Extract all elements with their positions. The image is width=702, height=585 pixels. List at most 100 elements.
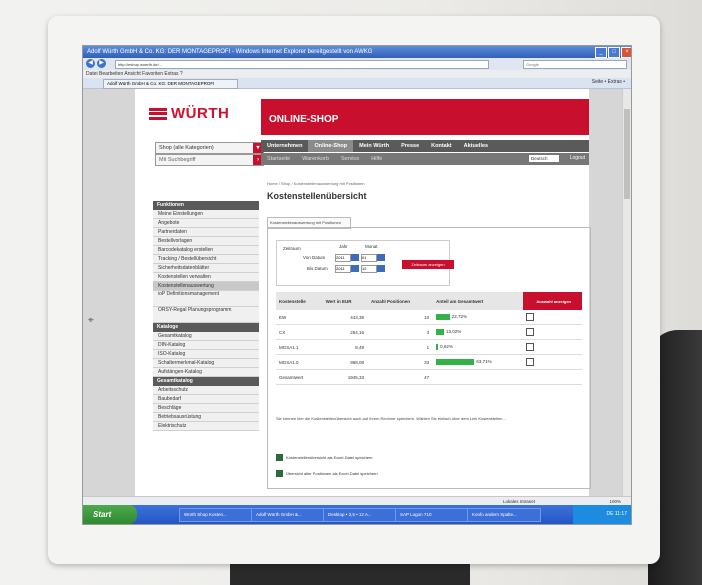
taskbar-item[interactable]: Desktop • 3,5 • 12 A... bbox=[323, 508, 397, 522]
col-anteil[interactable]: Anteil am Gesamtwert bbox=[433, 292, 524, 310]
sidebar-item[interactable]: Tracking / Bestellübersicht bbox=[153, 255, 259, 264]
wuerth-logo[interactable]: WÜRTH bbox=[149, 105, 229, 122]
nav-mein-wuerth[interactable]: Mein Würth bbox=[353, 143, 395, 149]
apply-period-button[interactable]: Zeitraum anzeigen bbox=[402, 260, 454, 269]
sidebar-item[interactable]: Meine Einstellungen bbox=[153, 210, 259, 219]
nav-unternehmen[interactable]: Unternehmen bbox=[261, 143, 308, 149]
sidebar-item[interactable]: ISO-Katalog bbox=[153, 350, 259, 359]
nav-kontakt[interactable]: Kontakt bbox=[425, 143, 457, 149]
cell-anteil: 22,72% bbox=[433, 310, 524, 325]
taskbar-item[interactable]: Konfo andern Spalte... bbox=[467, 508, 541, 522]
taskbar-item[interactable]: SAP Logon 710 bbox=[395, 508, 469, 522]
sidebar-item[interactable]: DIN-Katalog bbox=[153, 341, 259, 350]
sidebar-item[interactable]: Beschläge bbox=[153, 404, 259, 413]
table-row: EW 443,38 10 22,72% bbox=[276, 310, 582, 325]
wuerth-logo-icon bbox=[149, 107, 167, 120]
start-button[interactable]: Start bbox=[83, 505, 137, 524]
sidebar-item[interactable]: ioP Definitionsmanagement bbox=[153, 291, 259, 307]
sidebar-item[interactable]: Gesamtkatalog bbox=[153, 332, 259, 341]
sidebar-item[interactable]: Arbeitsschutz bbox=[153, 386, 259, 395]
col-auswahl[interactable]: Auswahl anzeigen bbox=[523, 292, 582, 310]
close-button[interactable]: × bbox=[621, 47, 631, 58]
web-page: WÜRTH ONLINE-SHOP Shop (alle Kategorien)… bbox=[83, 89, 631, 506]
nav-online-shop[interactable]: Online-Shop bbox=[308, 140, 354, 152]
sidebar-item[interactable]: Partnerdaten bbox=[153, 228, 259, 237]
cell-wert: 254,16 bbox=[322, 324, 368, 340]
sidebar-item[interactable]: Angebote bbox=[153, 219, 259, 228]
browser-search-input[interactable]: Google bbox=[523, 60, 627, 69]
sidebar-item[interactable]: Sicherheitsdatenblätter bbox=[153, 264, 259, 273]
taskbar-item[interactable]: Adolf Würth GmbH &... bbox=[251, 508, 325, 522]
page-scrollbar[interactable] bbox=[622, 89, 631, 496]
period-label: Zeitraum bbox=[283, 246, 301, 251]
browser-tools[interactable]: Seite • Extras • bbox=[592, 79, 625, 85]
sidebar-item[interactable]: ORSY-Regal Planungsprogramm bbox=[153, 307, 259, 323]
select-checkbox[interactable] bbox=[526, 327, 535, 336]
nav-hilfe[interactable]: Hilfe bbox=[365, 156, 388, 162]
table-row: MGSA1.0 968,08 33 63,71% bbox=[276, 354, 582, 370]
total-count: 47 bbox=[367, 369, 434, 385]
export-costcenters-link[interactable]: Kostenstellenübersicht als Excel-Datei s… bbox=[276, 454, 373, 461]
browser-menubar[interactable]: Datei Bearbeiten Ansicht Favoriten Extra… bbox=[83, 70, 631, 78]
select-checkbox[interactable] bbox=[526, 312, 535, 321]
window-title: Adolf Würth GmbH & Co. KG: DER MONTAGEPR… bbox=[87, 49, 373, 55]
col-wert[interactable]: Wert in EUR bbox=[322, 292, 368, 310]
cell-kostenstelle: CX bbox=[276, 324, 323, 340]
sidebar-item[interactable]: Elektrischutz bbox=[153, 422, 259, 431]
share-label: 63,71% bbox=[476, 359, 492, 365]
cell-wert: 443,38 bbox=[322, 310, 368, 325]
url-input[interactable]: http://eshop.wuerth.de/... bbox=[115, 60, 489, 69]
sidebar-section-gesamtkatalog[interactable]: Gesamtkatalog bbox=[153, 377, 259, 386]
sidebar-item[interactable]: Aufstängen-Katalog bbox=[153, 368, 259, 377]
minimize-button[interactable]: _ bbox=[595, 47, 607, 58]
share-bar bbox=[436, 344, 439, 350]
from-month-select[interactable]: 01 bbox=[361, 254, 377, 262]
sidebar-item[interactable]: Schaltermerkmal-Katalog bbox=[153, 359, 259, 368]
maximize-button[interactable]: □ bbox=[608, 47, 620, 58]
window-controls: _ □ × bbox=[595, 47, 631, 58]
nav-service[interactable]: Service bbox=[335, 156, 365, 162]
sidebar-item[interactable]: Bestellvorlagen bbox=[153, 237, 259, 246]
sidebar-item[interactable]: Kostenstellen verwalten bbox=[153, 273, 259, 282]
select-checkbox[interactable] bbox=[526, 357, 535, 366]
calendar-icon[interactable] bbox=[377, 254, 385, 261]
nav-presse[interactable]: Presse bbox=[395, 143, 425, 149]
table-total-row: Gesamtwert 1945,33 47 bbox=[276, 369, 582, 385]
sidebar-item[interactable]: Baubedarf bbox=[153, 395, 259, 404]
sidebar-section-funktionen[interactable]: Funktionen bbox=[153, 201, 259, 210]
forward-icon[interactable]: ▶ bbox=[97, 59, 106, 68]
to-year-select[interactable]: 2011 bbox=[335, 265, 351, 273]
calendar-icon[interactable] bbox=[377, 265, 385, 272]
sidebar-item[interactable]: Betriebsausrüstung bbox=[153, 413, 259, 422]
select-checkbox[interactable] bbox=[526, 342, 535, 351]
calendar-icon[interactable] bbox=[351, 254, 359, 261]
language-select[interactable]: Deutsch bbox=[529, 155, 559, 162]
logout-link[interactable]: Logout bbox=[570, 155, 585, 161]
report-panel: Zeitraum Jahr Monat Von Datum 2011 01 Bi… bbox=[267, 227, 591, 489]
cell-anzahl: 10 bbox=[367, 310, 434, 325]
col-anzahl[interactable]: Anzahl Positionen bbox=[367, 292, 434, 310]
cell-auswahl bbox=[523, 354, 582, 370]
col-kostenstelle[interactable]: Kostenstelle bbox=[276, 292, 323, 310]
back-icon[interactable]: ◀ bbox=[86, 59, 95, 68]
category-select[interactable]: Shop (alle Kategorien) ▾ bbox=[155, 142, 264, 154]
browser-tab[interactable]: Adolf Würth GmbH & Co. KG: DER MONTAGEPR… bbox=[103, 79, 238, 89]
from-year-select[interactable]: 2011 bbox=[335, 254, 351, 262]
export-positions-link[interactable]: Übersicht aller Positionen als Excel-Dat… bbox=[276, 470, 378, 477]
scrollbar-thumb[interactable] bbox=[624, 109, 630, 199]
share-bar bbox=[436, 329, 444, 335]
quick-search-input[interactable]: Mit Suchbegriff › bbox=[155, 154, 264, 166]
system-tray[interactable]: DE 11:17 bbox=[573, 505, 631, 524]
sidebar-item-active[interactable]: Kostenstellenauswertung bbox=[153, 282, 259, 291]
taskbar-item[interactable]: Würth Shop Kosten... bbox=[179, 508, 253, 522]
to-month-select[interactable]: 12 bbox=[361, 265, 377, 273]
breadcrumb[interactable]: Home / Shop / Kostenstellenauswertung mi… bbox=[267, 181, 365, 186]
sidebar-section-kataloge[interactable]: Kataloge bbox=[153, 323, 259, 332]
nav-aktuelles[interactable]: Aktuelles bbox=[458, 143, 494, 149]
nav-warenkorb[interactable]: Warenkorb bbox=[296, 156, 335, 162]
nav-startseite[interactable]: Startseite bbox=[261, 156, 296, 162]
calendar-icon[interactable] bbox=[351, 265, 359, 272]
sidebar-item[interactable]: Barcodekatalog erstellen bbox=[153, 246, 259, 255]
cell-anzahl: 3 bbox=[367, 324, 434, 340]
logo-text: WÜRTH bbox=[171, 105, 230, 122]
